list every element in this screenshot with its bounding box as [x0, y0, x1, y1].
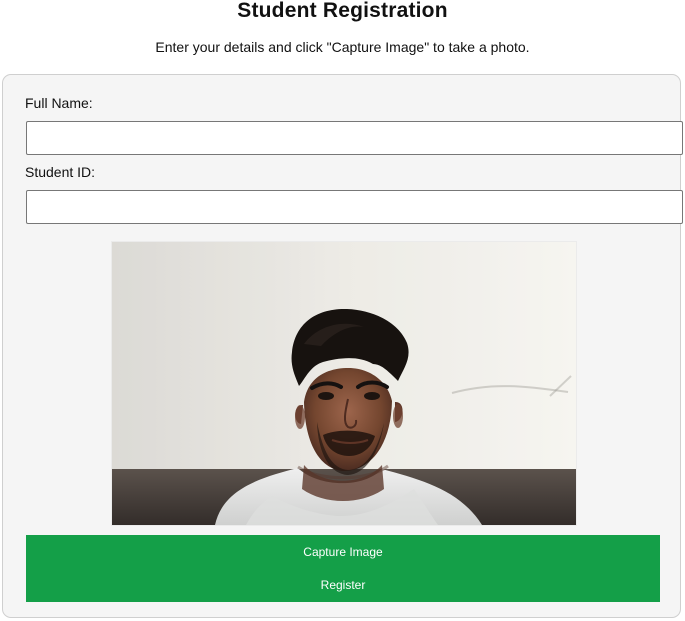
page-instructions: Enter your details and click "Capture Im…: [155, 39, 530, 55]
student-registration-page: Student Registration Enter your details …: [0, 0, 685, 621]
page-title: Student Registration: [237, 0, 448, 22]
registration-form-card: Full Name: Student ID: Capture Image Reg…: [2, 74, 683, 618]
full-name-input[interactable]: [26, 121, 683, 155]
registration-actions: Capture Image Register: [26, 535, 660, 602]
camera-preview-image: [112, 242, 576, 525]
camera-preview: [112, 242, 576, 525]
student-id-label: Student ID:: [25, 164, 96, 180]
capture-image-button[interactable]: Capture Image: [26, 537, 660, 567]
student-id-input[interactable]: [26, 190, 683, 224]
full-name-label: Full Name:: [25, 95, 93, 111]
register-button[interactable]: Register: [26, 570, 660, 600]
